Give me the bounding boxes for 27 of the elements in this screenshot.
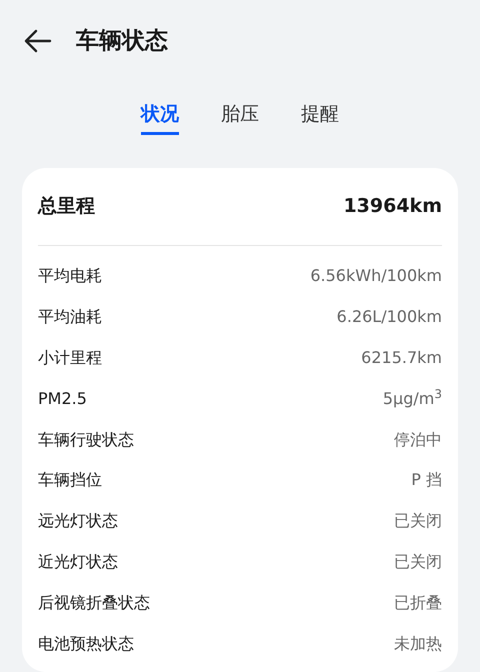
status-value: 5μg/m$^{3}$ [382, 386, 442, 410]
status-label: 小计里程 [38, 346, 102, 369]
status-value: 6.56kWh/100km [310, 265, 442, 288]
back-arrow-icon [24, 29, 52, 53]
total-mileage-label: 总里程 [38, 194, 95, 220]
status-label: PM2.5 [38, 388, 87, 410]
status-value: P 挡 [411, 469, 442, 492]
status-label: 电池预热状态 [38, 632, 134, 655]
status-label: 车辆挡位 [38, 469, 102, 492]
status-label: 平均电耗 [38, 265, 102, 288]
total-mileage-value: 13964km [343, 194, 442, 220]
status-value: 已折叠 [394, 592, 442, 614]
tab[interactable]: 状况 [141, 100, 179, 134]
status-label: 远光灯状态 [38, 510, 118, 532]
status-label: 车辆行驶状态 [38, 428, 134, 451]
status-value: 6215.7km [361, 346, 442, 369]
tab[interactable]: 提醒 [301, 100, 339, 134]
status-value: 已关闭 [394, 550, 442, 573]
tab[interactable]: 胎压 [221, 100, 259, 134]
status-label: 近光灯状态 [38, 550, 118, 573]
status-value: 停泊中 [394, 428, 442, 451]
status-label: 平均油耗 [38, 306, 102, 328]
status-label: 后视镜折叠状态 [38, 592, 150, 614]
page-title: 车辆状态 [76, 26, 168, 56]
status-value: 未加热 [394, 632, 442, 655]
status-value: 6.26L/100km [336, 306, 442, 328]
status-value: 已关闭 [394, 510, 442, 532]
